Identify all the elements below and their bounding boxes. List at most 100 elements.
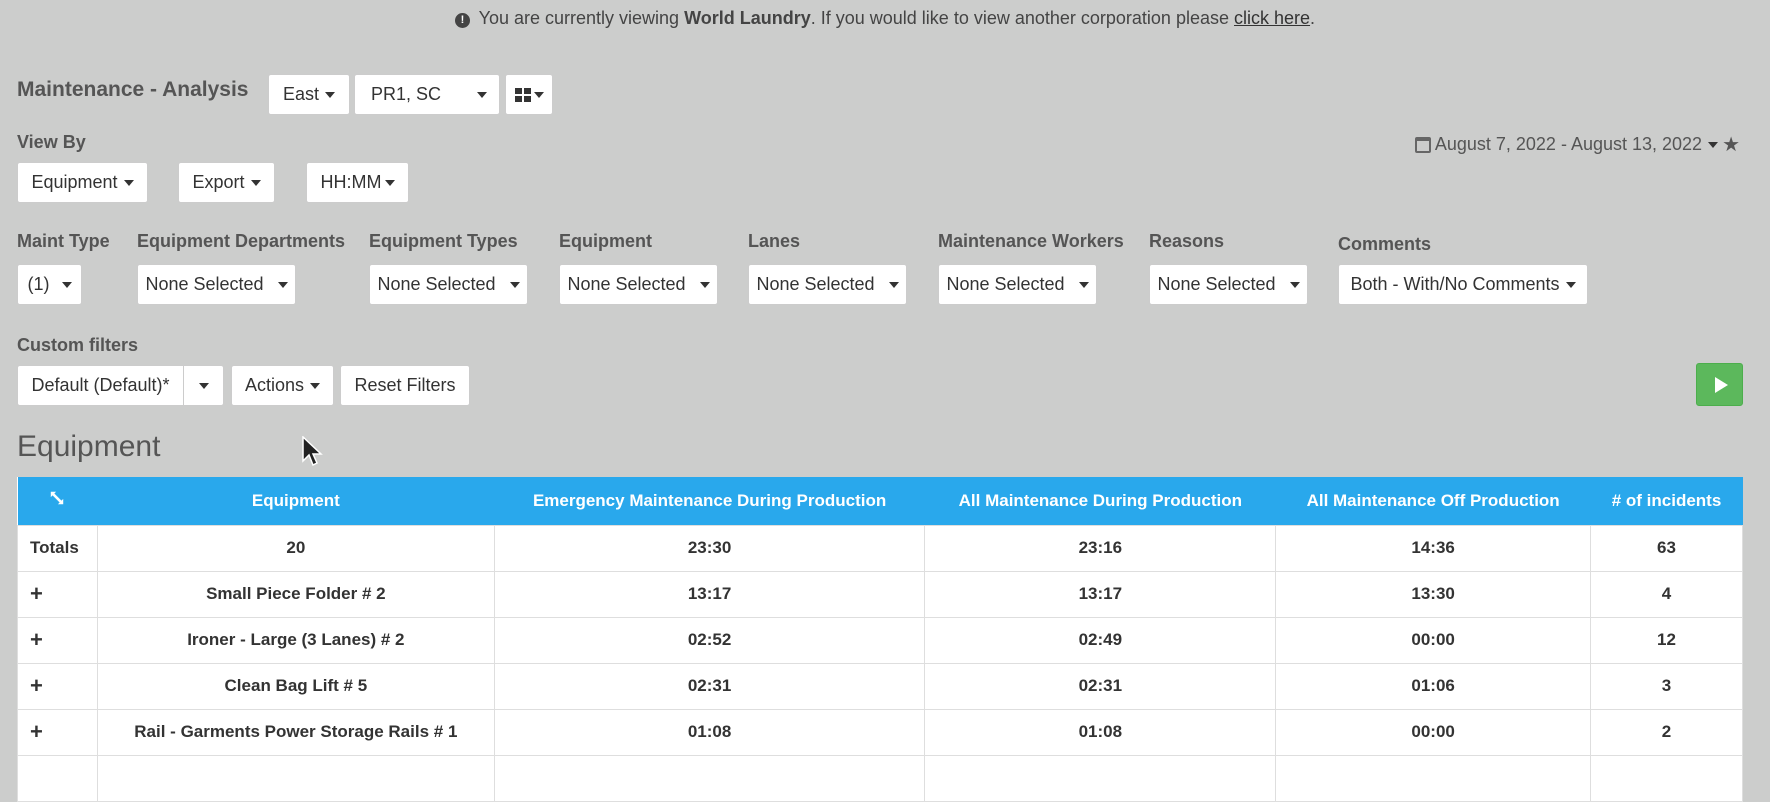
table-row: + Clean Bag Lift # 5 02:31 02:31 01:06 3 [17,662,1743,710]
table-row: + Rail - Garments Power Storage Rails # … [17,708,1743,756]
totals-all-off: 14:36 [1275,524,1592,572]
table-row: + Small Piece Folder # 2 13:17 13:17 13:… [17,570,1743,618]
equipment-cell: Rail - Garments Power Storage Rails # 1 [96,708,495,756]
grid-icon [514,87,531,102]
incidents-cell: 2 [1590,708,1743,756]
chevron-down-icon [477,91,487,98]
totals-row: Totals 20 23:30 23:16 14:36 63 [17,524,1743,572]
totals-emergency: 23:30 [493,524,926,572]
column-header-all-maintenance-off[interactable]: All Maintenance Off Production [1275,477,1591,525]
expand-all-header[interactable] [17,477,98,525]
incidents-cell: 4 [1590,570,1743,618]
equipment-dropdown[interactable]: None Selected [559,264,718,305]
lanes-label: Lanes [748,231,801,251]
table-row: + Ironer - Large (3 Lanes) # 2 02:52 02:… [17,616,1743,664]
change-corporation-link[interactable]: click here [1234,8,1310,28]
date-range-picker[interactable]: August 7, 2022 - August 13, 2022 ★ [1414,132,1740,157]
mouse-cursor-icon [302,436,323,467]
run-report-button[interactable] [1696,363,1743,406]
chevron-down-icon [61,281,72,288]
comments-dropdown[interactable]: Both - With/No Comments [1338,264,1588,305]
chevron-down-icon [699,281,710,288]
date-range-text: August 7, 2022 - August 13, 2022 [1434,134,1703,154]
emergency-cell: 02:31 [493,662,926,710]
plants-dropdown[interactable]: PR1, SC [354,74,500,115]
equipment-types-label: Equipment Types [369,231,518,251]
view-by-label: View By [17,132,86,152]
expand-row-icon[interactable]: + [30,627,43,652]
column-header-all-maintenance-during[interactable]: All Maintenance During Production [924,477,1276,525]
banner-suffix: . If you would like to view another corp… [810,8,1229,28]
comments-label: Comments [1338,234,1432,254]
equipment-types-dropdown[interactable]: None Selected [369,264,528,305]
all-during-cell: 02:49 [924,616,1277,664]
totals-incidents: 63 [1590,524,1743,572]
view-by-equipment-dropdown[interactable]: Equipment [17,162,148,203]
expand-row-icon[interactable]: + [30,581,43,606]
maintenance-workers-label: Maintenance Workers [938,231,1124,251]
reasons-value: None Selected [1157,274,1276,294]
incidents-cell: 3 [1590,662,1743,710]
equipment-departments-dropdown[interactable]: None Selected [137,264,296,305]
chevron-down-icon [1078,281,1089,288]
all-during-cell: 01:08 [924,708,1277,756]
region-dropdown[interactable]: East [268,74,350,115]
maintenance-workers-value: None Selected [946,274,1065,294]
layout-dropdown[interactable] [505,74,553,115]
chevron-down-icon [198,382,209,389]
view-by-equipment-label: Equipment [31,172,118,192]
section-title: Equipment [17,430,161,463]
chevron-down-icon [325,91,336,98]
column-header-emergency-maintenance[interactable]: Emergency Maintenance During Production [494,477,925,525]
expand-row-icon[interactable]: + [30,719,43,744]
custom-filter-preset-button[interactable]: Default (Default)* [17,365,184,406]
export-dropdown[interactable]: Export [178,162,275,203]
all-off-cell: 00:00 [1275,616,1592,664]
comments-value: Both - With/No Comments [1350,274,1560,294]
reset-filters-label: Reset Filters [354,375,456,395]
all-off-cell: 01:06 [1275,662,1592,710]
page-title: Maintenance - Analysis [17,78,249,101]
time-format-dropdown[interactable]: HH:MM [306,162,409,203]
totals-all-during: 23:16 [924,524,1277,572]
all-during-cell: 13:17 [924,570,1277,618]
equipment-departments-value: None Selected [145,274,264,294]
chevron-down-icon [310,382,321,389]
maintenance-workers-dropdown[interactable]: None Selected [938,264,1097,305]
chevron-down-icon [1708,141,1719,148]
chevron-down-icon [509,281,520,288]
reasons-dropdown[interactable]: None Selected [1149,264,1308,305]
chevron-down-icon [123,179,134,186]
equipment-value: None Selected [567,274,686,294]
expand-row-icon[interactable]: + [30,673,43,698]
all-off-cell: 00:00 [1275,708,1592,756]
banner-prefix: You are currently viewing [478,8,680,28]
corporation-banner: ! You are currently viewing World Laundr… [0,8,1770,29]
lanes-dropdown[interactable]: None Selected [748,264,907,305]
star-icon[interactable]: ★ [1722,132,1740,157]
maint-type-value: (1) [27,274,50,294]
table-header-row: Equipment Emergency Maintenance During P… [17,477,1743,525]
equipment-cell: Clean Bag Lift # 5 [96,662,495,710]
chevron-down-icon [1565,281,1576,288]
maint-type-dropdown[interactable]: (1) [17,264,82,305]
custom-filter-preset-toggle[interactable] [183,365,224,406]
chevron-down-icon [384,179,395,186]
table-row [17,754,1743,802]
banner-end: . [1310,8,1316,28]
reset-filters-button[interactable]: Reset Filters [340,365,470,406]
custom-filters-label: Custom filters [17,335,139,355]
equipment-cell: Ironer - Large (3 Lanes) # 2 [96,616,495,664]
column-header-incidents[interactable]: # of incidents [1590,477,1743,525]
lanes-value: None Selected [756,274,875,294]
time-format-label: HH:MM [320,172,382,192]
chevron-down-icon [1289,281,1300,288]
chevron-down-icon [533,91,544,98]
emergency-cell: 13:17 [493,570,926,618]
banner-corporation: World Laundry [684,8,811,28]
incidents-cell: 12 [1590,616,1743,664]
expand-icon [51,492,64,505]
actions-dropdown[interactable]: Actions [231,365,334,406]
column-header-equipment[interactable]: Equipment [97,477,495,525]
totals-label: Totals [17,524,98,572]
